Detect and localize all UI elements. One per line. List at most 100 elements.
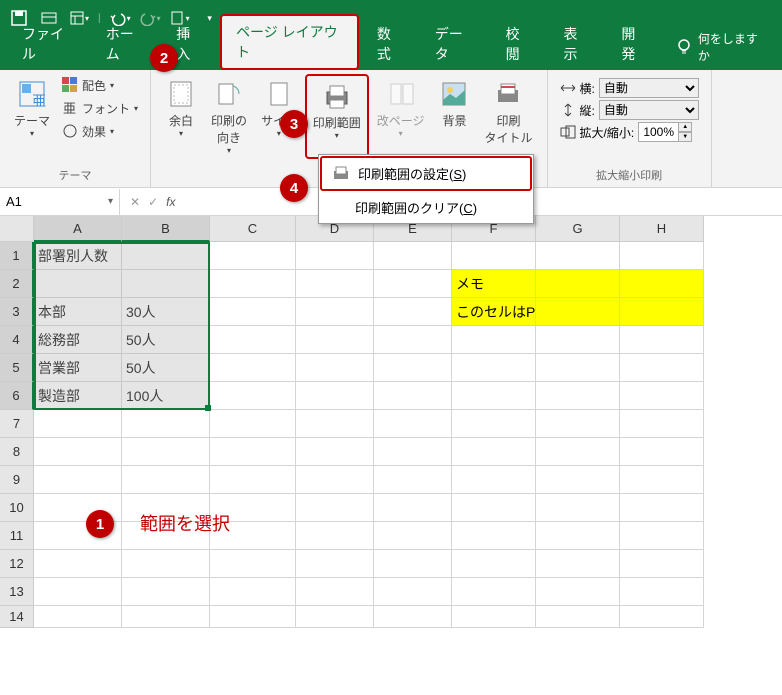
- cell[interactable]: [296, 494, 374, 522]
- cell[interactable]: [536, 354, 620, 382]
- row-header[interactable]: 7: [0, 410, 34, 438]
- cell[interactable]: [296, 270, 374, 298]
- cell[interactable]: [210, 326, 296, 354]
- cell[interactable]: [536, 438, 620, 466]
- cell[interactable]: [122, 438, 210, 466]
- column-header[interactable]: G: [536, 216, 620, 242]
- cell[interactable]: [296, 382, 374, 410]
- cell[interactable]: [210, 578, 296, 606]
- cell[interactable]: [296, 438, 374, 466]
- cell[interactable]: [452, 522, 536, 550]
- cell[interactable]: [34, 270, 122, 298]
- cell[interactable]: [620, 494, 704, 522]
- cell[interactable]: [296, 298, 374, 326]
- print-area-button[interactable]: 印刷範囲▾: [305, 74, 369, 159]
- cell[interactable]: [210, 438, 296, 466]
- row-header[interactable]: 2: [0, 270, 34, 298]
- cell[interactable]: [452, 550, 536, 578]
- width-select[interactable]: 自動: [599, 78, 699, 98]
- themes-button[interactable]: 亜 テーマ ▾: [8, 74, 56, 142]
- cell[interactable]: [374, 522, 452, 550]
- row-header[interactable]: 4: [0, 326, 34, 354]
- cell[interactable]: 営業部: [34, 354, 122, 382]
- cell[interactable]: [452, 578, 536, 606]
- cell[interactable]: [34, 550, 122, 578]
- cell[interactable]: [536, 382, 620, 410]
- row-header[interactable]: 9: [0, 466, 34, 494]
- row-header[interactable]: 11: [0, 522, 34, 550]
- cell[interactable]: [620, 606, 704, 628]
- cell[interactable]: [374, 606, 452, 628]
- row-header[interactable]: 12: [0, 550, 34, 578]
- cell[interactable]: [210, 298, 296, 326]
- name-box[interactable]: ▾: [0, 189, 120, 215]
- row-header[interactable]: 13: [0, 578, 34, 606]
- cell[interactable]: [536, 578, 620, 606]
- cell[interactable]: [374, 578, 452, 606]
- cell[interactable]: 50人: [122, 326, 210, 354]
- tab-view[interactable]: 表示: [549, 18, 603, 70]
- cell[interactable]: [374, 494, 452, 522]
- cell[interactable]: [210, 270, 296, 298]
- chevron-down-icon[interactable]: ▾: [108, 196, 113, 207]
- colors-button[interactable]: 配色▾: [58, 74, 142, 96]
- cell[interactable]: [210, 382, 296, 410]
- row-header[interactable]: 10: [0, 494, 34, 522]
- cell[interactable]: [374, 466, 452, 494]
- cell[interactable]: [374, 242, 452, 270]
- cell[interactable]: [620, 522, 704, 550]
- tab-developer[interactable]: 開発: [607, 18, 661, 70]
- cell[interactable]: [620, 466, 704, 494]
- cell[interactable]: [620, 270, 704, 298]
- cell[interactable]: 総務部: [34, 326, 122, 354]
- cell[interactable]: [536, 242, 620, 270]
- cell[interactable]: [620, 298, 704, 326]
- cell[interactable]: [620, 382, 704, 410]
- fx-button[interactable]: fx: [166, 195, 175, 209]
- cell[interactable]: [296, 410, 374, 438]
- scale-spinner[interactable]: ▲▼: [638, 122, 694, 142]
- cell[interactable]: [536, 606, 620, 628]
- cell[interactable]: 30人: [122, 298, 210, 326]
- cell[interactable]: [452, 326, 536, 354]
- cell[interactable]: [452, 382, 536, 410]
- enter-button[interactable]: ✓: [148, 195, 158, 209]
- cell[interactable]: [210, 606, 296, 628]
- cell[interactable]: [34, 466, 122, 494]
- cell[interactable]: [296, 550, 374, 578]
- breaks-button[interactable]: 改ページ▾: [371, 74, 431, 159]
- row-header[interactable]: 8: [0, 438, 34, 466]
- height-select[interactable]: 自動: [599, 100, 699, 120]
- cell[interactable]: [620, 550, 704, 578]
- cell[interactable]: [536, 494, 620, 522]
- cell[interactable]: [452, 438, 536, 466]
- cell[interactable]: [296, 326, 374, 354]
- cell[interactable]: [34, 578, 122, 606]
- cell[interactable]: [374, 354, 452, 382]
- cell[interactable]: [296, 606, 374, 628]
- cell[interactable]: [210, 354, 296, 382]
- cell[interactable]: [296, 522, 374, 550]
- cell[interactable]: [296, 354, 374, 382]
- cell[interactable]: 50人: [122, 354, 210, 382]
- cell[interactable]: [374, 382, 452, 410]
- print-titles-button[interactable]: 印刷 タイトル: [478, 74, 538, 159]
- cell[interactable]: [536, 466, 620, 494]
- set-print-area-item[interactable]: 印刷範囲の設定(S): [320, 156, 532, 191]
- cell[interactable]: [210, 550, 296, 578]
- row-header[interactable]: 14: [0, 606, 34, 628]
- cell[interactable]: [452, 354, 536, 382]
- background-button[interactable]: 背景: [432, 74, 476, 159]
- cell[interactable]: 100人: [122, 382, 210, 410]
- cell[interactable]: 部署別人数: [34, 242, 122, 270]
- cell[interactable]: [122, 550, 210, 578]
- tab-page-layout[interactable]: ページ レイアウト: [220, 14, 359, 70]
- cell[interactable]: [452, 410, 536, 438]
- row-header[interactable]: 6: [0, 382, 34, 410]
- orientation-button[interactable]: 印刷の 向き▾: [205, 74, 253, 159]
- cell[interactable]: [374, 298, 452, 326]
- row-header[interactable]: 5: [0, 354, 34, 382]
- row-header[interactable]: 1: [0, 242, 34, 270]
- tab-home[interactable]: ホーム: [92, 18, 158, 70]
- column-header[interactable]: A: [34, 216, 122, 242]
